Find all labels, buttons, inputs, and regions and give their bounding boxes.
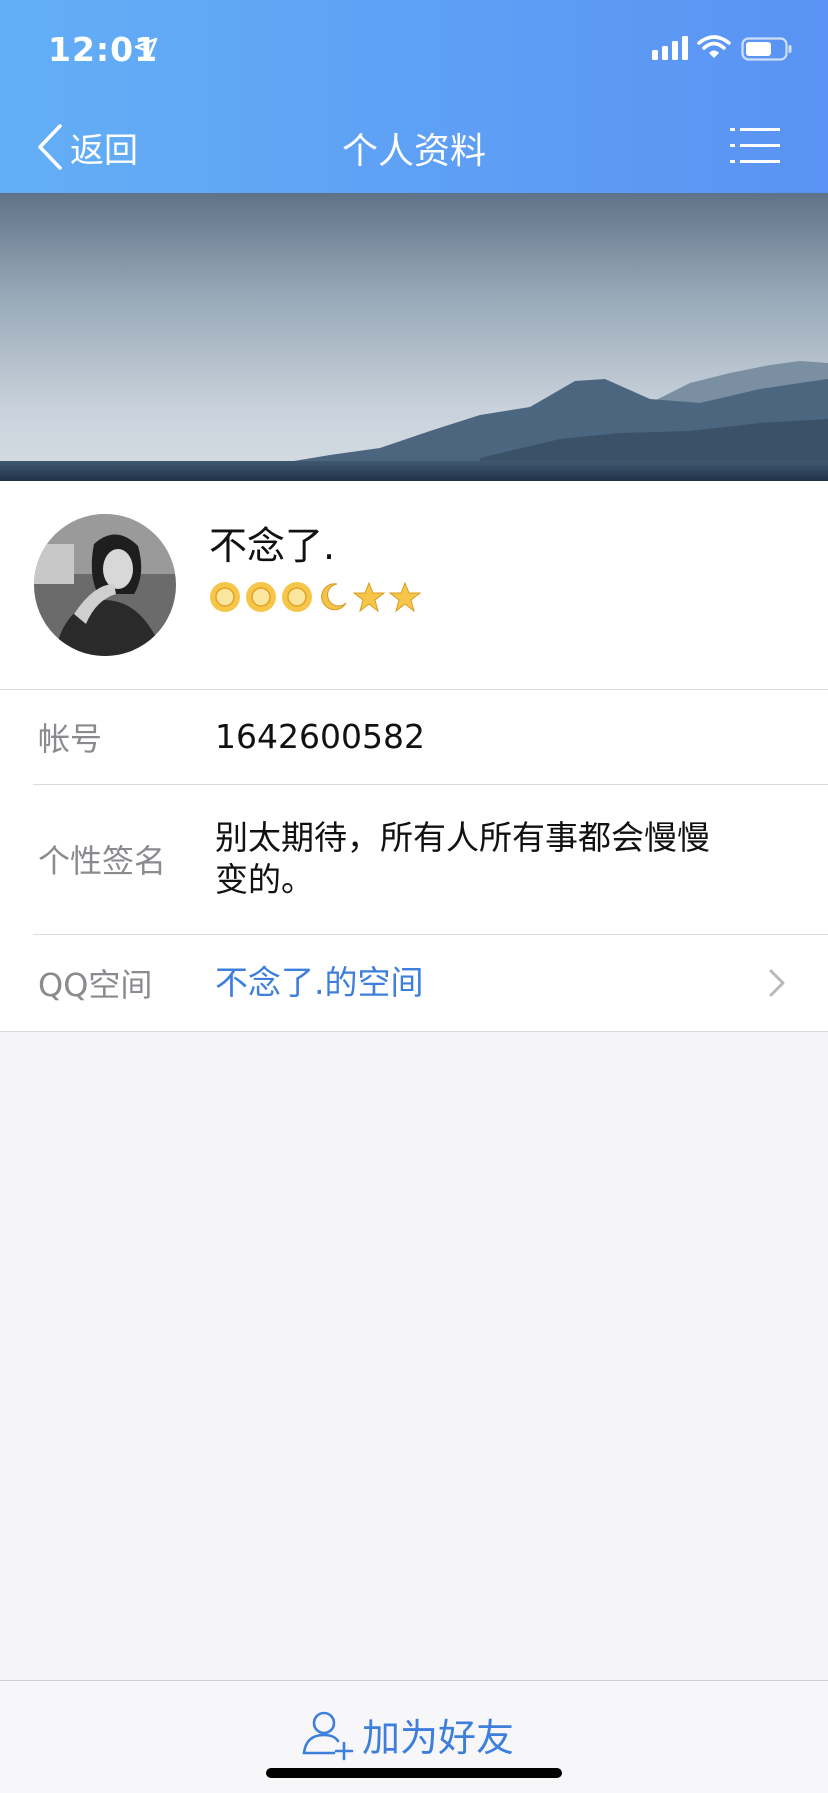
sun-icon (246, 582, 276, 612)
page-title: 个人资料 (341, 131, 486, 172)
level-badges[interactable] (209, 581, 421, 613)
qzone-label: QQ空间 (38, 965, 153, 1004)
signature-row: 个性签名 别太期待，所有人所有事都会慢慢变的。 (0, 784, 828, 934)
qzone-link[interactable]: 不念了.的空间 (215, 962, 424, 1004)
list-menu-icon[interactable] (730, 126, 780, 166)
add-friend-label: 加为好友 (362, 1716, 515, 1760)
cover-image (0, 193, 828, 481)
location-arrow-icon (134, 37, 158, 61)
signature-value: 别太期待，所有人所有事都会慢慢变的。 (215, 818, 710, 899)
sun-icon (282, 582, 312, 612)
wifi-icon (697, 35, 731, 58)
battery-icon (741, 37, 792, 61)
add-friend-icon (302, 1711, 354, 1760)
signal-icon (652, 36, 688, 60)
header: 12:01 返回 个人资料 (0, 0, 828, 193)
star-icon (353, 581, 385, 613)
moon-icon (321, 583, 347, 611)
add-friend-button[interactable]: 加为好友 (300, 1707, 514, 1762)
nickname: 不念了. (209, 524, 336, 568)
account-label: 帐号 (38, 720, 103, 758)
home-indicator[interactable] (266, 1768, 562, 1778)
account-row: 帐号 1642600582 (0, 690, 828, 784)
signature-label: 个性签名 (38, 842, 167, 880)
sun-icon (210, 582, 240, 612)
profile-card: 不念了. (0, 481, 828, 690)
chevron-right-icon (769, 969, 785, 996)
avatar[interactable] (34, 514, 176, 656)
qzone-row[interactable]: QQ空间 不念了.的空间 (0, 934, 828, 1031)
bottom-bar: 加为好友 (0, 1680, 828, 1793)
star-icon (389, 581, 421, 613)
info-list: 帐号 1642600582 个性签名 别太期待，所有人所有事都会慢慢变的。 QQ… (0, 690, 828, 1032)
account-value: 1642600582 (215, 717, 425, 756)
